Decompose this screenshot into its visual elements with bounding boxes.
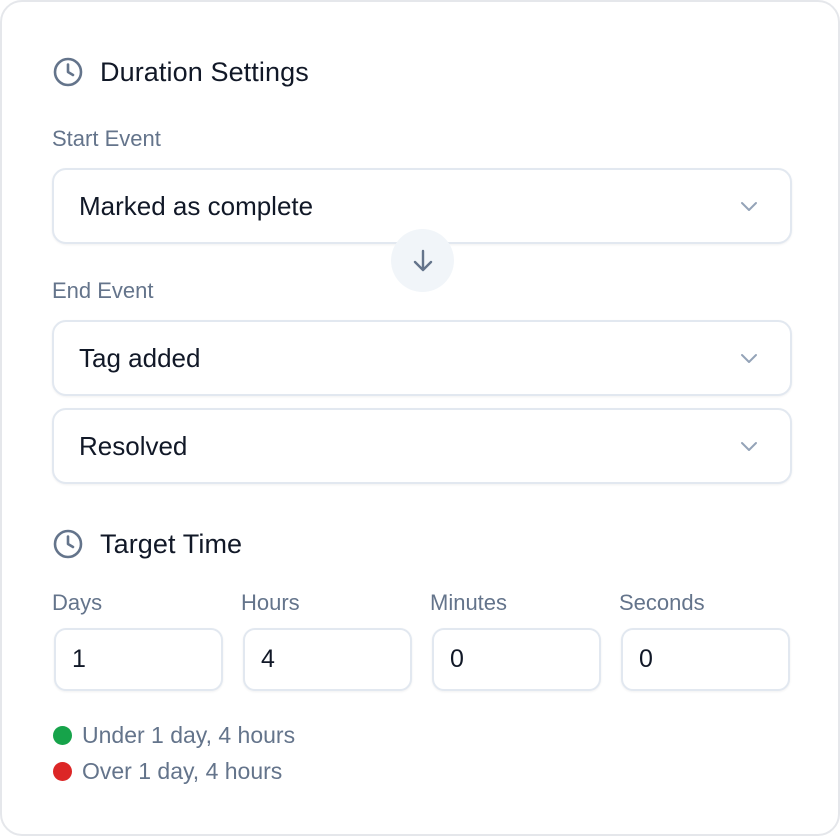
- legend-over: Over 1 day, 4 hours: [53, 758, 282, 784]
- minutes-label: Minutes: [430, 590, 508, 615]
- status-dot-red: [53, 761, 72, 781]
- end-event-label: End Event: [52, 278, 154, 303]
- end-event-select[interactable]: Tag added: [52, 320, 792, 396]
- clock-icon: [53, 57, 83, 87]
- legend-under: Under 1 day, 4 hours: [53, 722, 295, 748]
- minutes-input[interactable]: [432, 628, 601, 691]
- legend-over-text: Over 1 day, 4 hours: [82, 757, 283, 784]
- chevron-down-icon: [741, 354, 757, 363]
- chevron-down-icon: [741, 202, 757, 211]
- arrow-down-icon: [413, 249, 432, 271]
- target-time-header: Target Time: [52, 528, 242, 560]
- duration-settings-card: Duration Settings Start Event Marked as …: [0, 0, 840, 836]
- end-event-secondary-select[interactable]: Resolved: [52, 408, 792, 484]
- clock-icon: [53, 529, 83, 559]
- status-dot-green: [53, 725, 72, 745]
- start-event-label: Start Event: [52, 126, 161, 151]
- seconds-label: Seconds: [619, 590, 705, 615]
- hours-input[interactable]: [243, 628, 412, 691]
- end-event-secondary-value: Resolved: [79, 430, 188, 461]
- hours-label: Hours: [241, 590, 300, 615]
- seconds-input[interactable]: [621, 628, 790, 691]
- start-event-value: Marked as complete: [79, 190, 314, 221]
- chevron-down-icon: [741, 442, 757, 451]
- legend-under-text: Under 1 day, 4 hours: [82, 721, 296, 748]
- arrow-connector: [391, 229, 454, 292]
- section-title: Target Time: [100, 528, 243, 559]
- days-input[interactable]: [54, 628, 223, 691]
- duration-settings-header: Duration Settings: [52, 56, 309, 88]
- section-title: Duration Settings: [100, 56, 309, 87]
- days-label: Days: [52, 590, 103, 615]
- end-event-value: Tag added: [79, 342, 201, 373]
